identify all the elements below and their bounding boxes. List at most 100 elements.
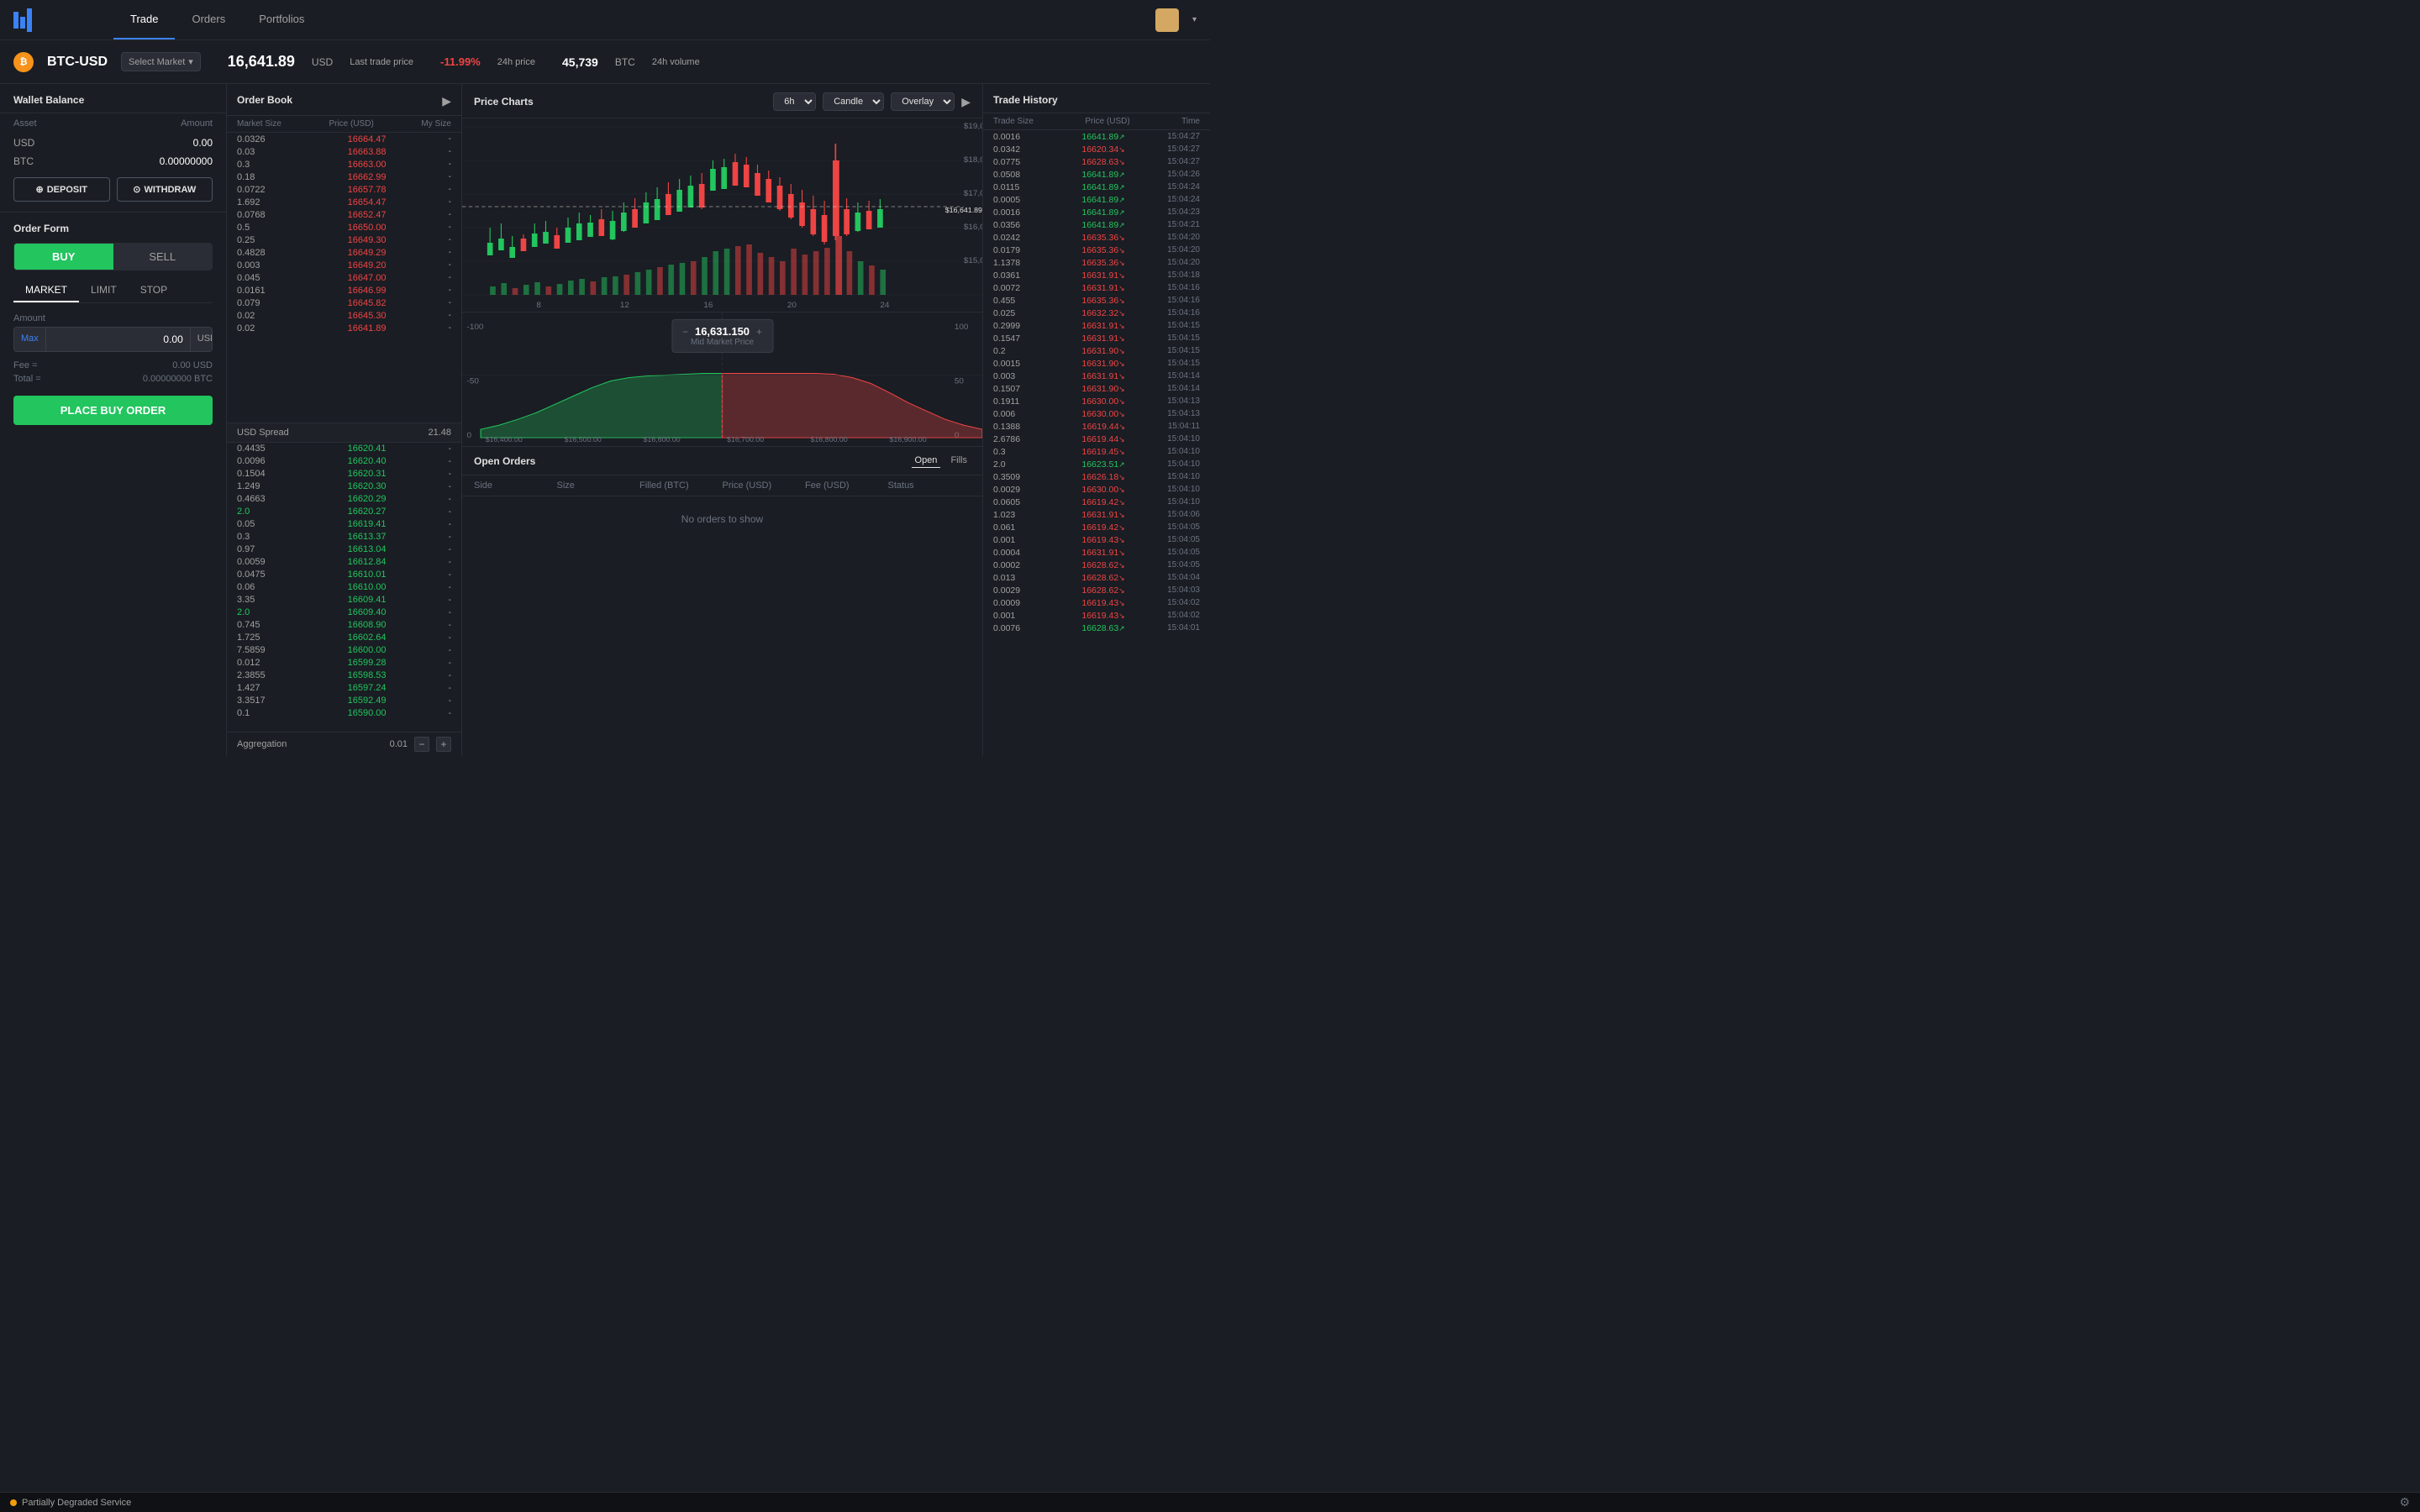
trade-size: 0.0342 [993,144,1039,155]
table-row[interactable]: 0.00316649.20- [227,259,461,271]
charts-panel: Price Charts 6h1h4h1d CandleLine Overlay… [462,84,983,756]
nav-right: ▾ [1142,8,1210,32]
table-row[interactable]: 0.04516647.00- [227,271,461,284]
trade-time: 15:04:10 [1167,434,1200,444]
svg-text:$19,000: $19,000 [964,122,982,130]
table-row[interactable]: 2.385516598.53- [227,669,461,682]
tab-fills[interactable]: Fills [947,454,971,468]
deposit-button[interactable]: ⊕ DEPOSIT [13,177,110,202]
table-row[interactable]: 0.016116646.99- [227,284,461,297]
table-row[interactable]: 7.585916600.00- [227,644,461,657]
table-row[interactable]: 0.005916612.84- [227,556,461,569]
th-col-headers: Trade Size Price (USD) Time [983,113,1210,130]
table-row[interactable]: 0.2516649.30- [227,234,461,246]
table-row[interactable]: 3.3516609.41- [227,594,461,606]
table-row[interactable]: 0.07916645.82- [227,297,461,309]
table-row[interactable]: 0.009616620.40- [227,455,461,468]
trade-size: 0.0356 [993,220,1039,230]
trade-time: 15:04:27 [1167,144,1200,155]
table-row[interactable]: 0.316663.00- [227,158,461,171]
trade-size: 0.0072 [993,283,1039,293]
list-item: 0.0016 16641.89↗ 15:04:23 [983,206,1210,218]
table-row[interactable]: 0.482816649.29- [227,246,461,259]
select-market-button[interactable]: Select Market ▾ [121,52,201,71]
trade-size: 0.0016 [993,207,1039,218]
table-row[interactable]: 0.032616664.47- [227,133,461,145]
trade-time: 15:04:04 [1167,573,1200,583]
charts-title: Price Charts [474,96,534,108]
withdraw-button[interactable]: ⊙ WITHDRAW [117,177,213,202]
th-col-time: Time [1181,117,1200,126]
trade-size: 0.0508 [993,170,1039,180]
trade-price: 16641.89↗ [1081,132,1124,142]
list-item: 0.1388 16619.44↘ 15:04:11 [983,420,1210,433]
table-row[interactable]: 1.42716597.24- [227,682,461,695]
trade-price: 16641.89↗ [1081,220,1124,230]
settings-icon[interactable]: ⚙ [2399,1495,2410,1509]
aggregation-decrease-button[interactable]: − [414,737,429,752]
table-row[interactable]: 0.443516620.41- [227,443,461,455]
table-row[interactable]: 0.1816662.99- [227,171,461,183]
table-row[interactable]: 0.076816652.47- [227,208,461,221]
trade-time: 15:04:03 [1167,585,1200,596]
table-row[interactable]: 0.116590.00- [227,707,461,720]
nav-tab-orders[interactable]: Orders [175,0,242,39]
trade-time: 15:04:15 [1167,321,1200,331]
buy-button[interactable]: BUY [14,244,113,270]
candle-select[interactable]: CandleLine [823,92,884,111]
chart-expand-icon[interactable]: ▶ [961,95,971,109]
expand-icon[interactable]: ▶ [442,94,451,108]
trade-size: 0.1911 [993,396,1039,407]
max-link[interactable]: Max [14,328,46,351]
chevron-down-icon[interactable]: ▾ [1192,15,1197,24]
trade-price: 16626.18↘ [1081,472,1124,482]
nav-tab-portfolios[interactable]: Portfolios [242,0,321,39]
table-row[interactable]: 0.0516619.41- [227,518,461,531]
table-row[interactable]: 0.01216599.28- [227,657,461,669]
table-row[interactable]: 0.0216645.30- [227,309,461,322]
sell-button[interactable]: SELL [113,244,213,270]
wallet-col-asset: Asset [13,118,37,129]
table-row[interactable]: 0.74516608.90- [227,619,461,632]
order-type-stop[interactable]: STOP [129,279,179,302]
chart-controls: 6h1h4h1d CandleLine Overlay ▶ [773,92,971,111]
table-row[interactable]: 0.0216641.89- [227,322,461,334]
svg-text:-50: -50 [467,377,479,386]
time-select[interactable]: 6h1h4h1d [773,92,816,111]
nav-tab-trade[interactable]: Trade [113,0,175,39]
total-display: Total = 0.00000000 BTC [13,374,213,384]
table-row[interactable]: 0.0616610.00- [227,581,461,594]
asset-btc-amount: 0.00000000 [160,155,213,167]
aggregation-increase-button[interactable]: + [436,737,451,752]
table-row[interactable]: 1.69216654.47- [227,196,461,208]
list-item: 2.0 16623.51↗ 15:04:10 [983,458,1210,470]
table-row[interactable]: 2.016609.40- [227,606,461,619]
order-type-limit[interactable]: LIMIT [79,279,129,302]
order-form-section: Order Form BUY SELL MARKET LIMIT STOP Am… [0,213,226,756]
amount-input[interactable] [46,328,190,351]
place-order-button[interactable]: PLACE BUY ORDER [13,396,213,425]
table-row[interactable]: 0.316613.37- [227,531,461,543]
table-row[interactable]: 0.0316663.88- [227,145,461,158]
list-item: 0.0009 16619.43↘ 15:04:02 [983,596,1210,609]
tab-open[interactable]: Open [912,454,941,468]
trade-size: 0.2 [993,346,1039,356]
table-row[interactable]: 0.072216657.78- [227,183,461,196]
list-item: 0.001 16619.43↘ 15:04:05 [983,533,1210,546]
table-row[interactable]: 2.016620.27- [227,506,461,518]
table-row[interactable]: 0.047516610.01- [227,569,461,581]
table-row[interactable]: 0.9716613.04- [227,543,461,556]
table-row[interactable]: 0.150416620.31- [227,468,461,480]
status-dot [10,1499,17,1506]
table-row[interactable]: 0.466316620.29- [227,493,461,506]
table-row[interactable]: 3.351716592.49- [227,695,461,707]
table-row[interactable]: 1.24916620.30- [227,480,461,493]
list-item: 2.6786 16619.44↘ 15:04:10 [983,433,1210,445]
user-avatar[interactable] [1155,8,1179,32]
wallet-buttons: ⊕ DEPOSIT ⊙ WITHDRAW [0,171,226,212]
order-type-market[interactable]: MARKET [13,279,79,302]
overlay-select[interactable]: Overlay [891,92,955,111]
trade-price: 16631.91↘ [1081,283,1124,293]
table-row[interactable]: 0.516650.00- [227,221,461,234]
table-row[interactable]: 1.72516602.64- [227,632,461,644]
